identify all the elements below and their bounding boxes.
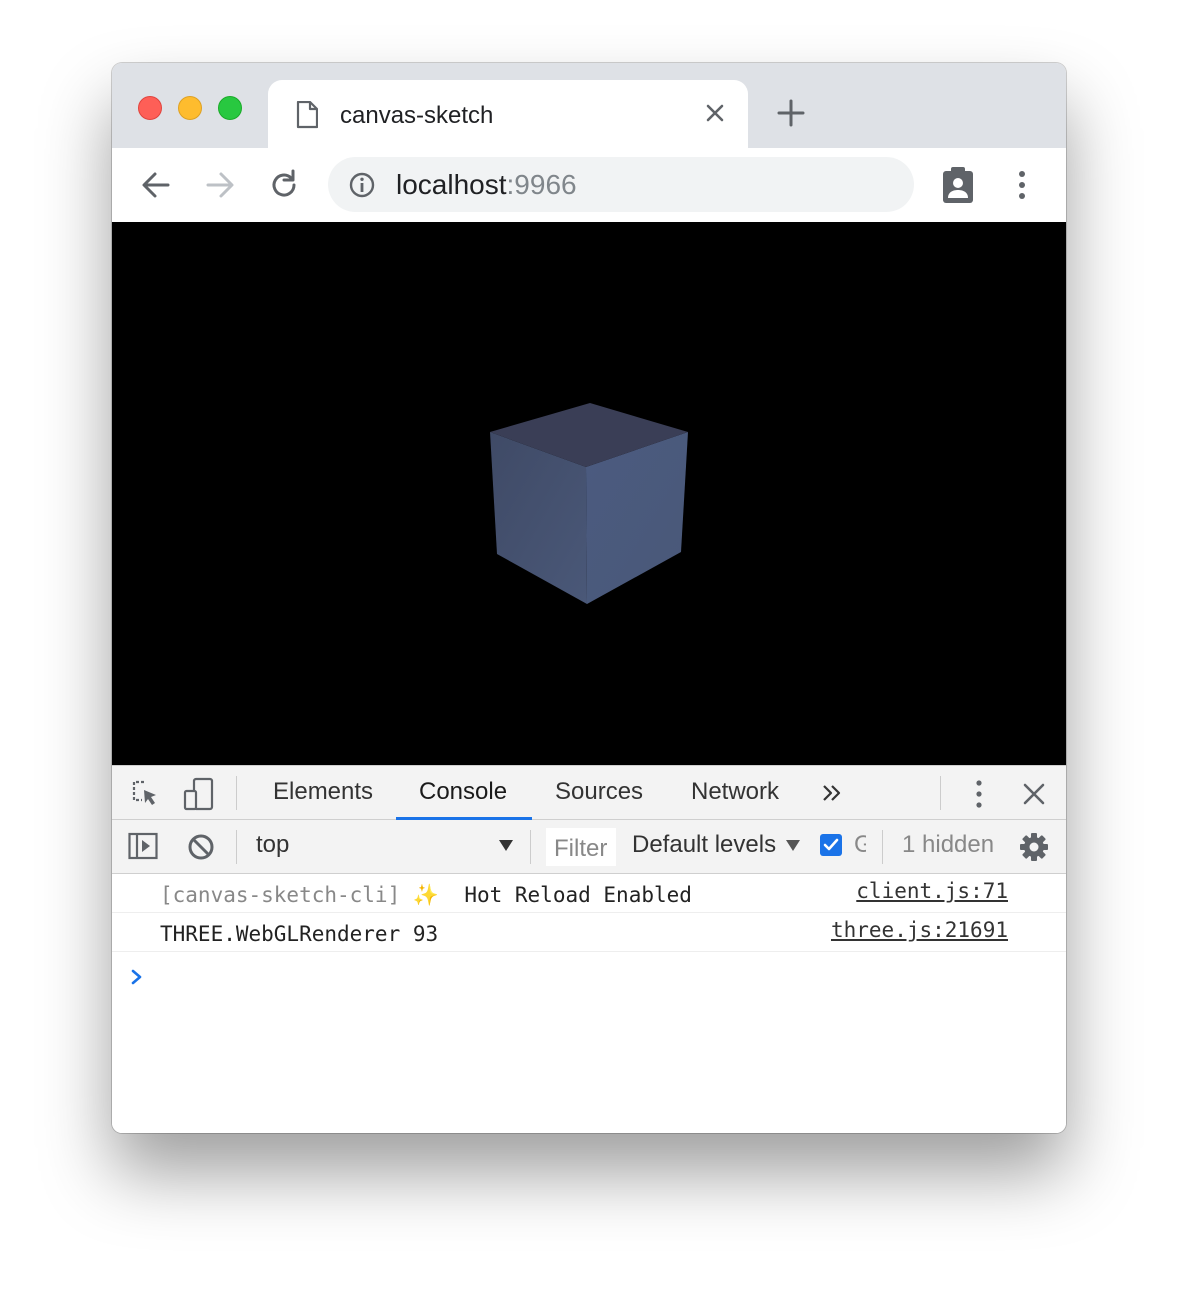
tab-network[interactable]: Network <box>691 778 779 806</box>
prompt-chevron-icon[interactable] <box>130 968 144 986</box>
kebab-menu-icon[interactable] <box>967 778 991 810</box>
check-icon <box>823 838 839 851</box>
browser-toolbar: localhost:9966 <box>112 148 1066 223</box>
message-prefix: [canvas-sketch-cli] <box>160 883 401 907</box>
separator <box>236 776 237 810</box>
console-message: THREE.WebGLRenderer 93 three.js:21691 <box>112 913 1066 952</box>
hidden-count: 1 hidden <box>902 831 995 858</box>
clipboard-account-icon[interactable] <box>938 165 978 205</box>
context-selector[interactable]: top <box>256 831 289 859</box>
address-bar[interactable]: localhost:9966 <box>328 157 914 212</box>
message-text: [canvas-sketch-cli] ✨ Hot Reload Enabled <box>160 883 692 908</box>
console-messages: [canvas-sketch-cli] ✨ Hot Reload Enabled… <box>112 874 1066 952</box>
separator <box>882 830 883 864</box>
close-window-button[interactable] <box>138 96 162 120</box>
document-icon <box>296 101 318 129</box>
chevron-down-icon[interactable] <box>498 837 514 853</box>
log-levels-dropdown[interactable]: Default levels <box>632 831 776 859</box>
separator <box>530 830 531 864</box>
inspect-element-icon[interactable] <box>130 779 160 809</box>
message-text: THREE.WebGLRenderer 93 <box>160 922 438 946</box>
kebab-menu-icon[interactable] <box>1002 165 1042 205</box>
tab-elements[interactable]: Elements <box>273 778 373 806</box>
tab-sources[interactable]: Sources <box>555 778 643 806</box>
back-arrow-icon[interactable] <box>136 165 176 205</box>
tab-title: canvas-sketch <box>340 102 494 129</box>
webgl-canvas <box>490 403 688 604</box>
forward-arrow-icon[interactable] <box>200 165 240 205</box>
browser-window: canvas-sketch localhost:9966 Elements Co… <box>112 63 1066 1133</box>
tab-canvas-sketch[interactable]: canvas-sketch <box>268 80 748 150</box>
separator <box>940 776 941 810</box>
close-icon[interactable] <box>700 98 730 128</box>
filter-placeholder: Filter <box>554 835 608 862</box>
url-host: localhost <box>396 169 507 200</box>
console-message: [canvas-sketch-cli] ✨ Hot Reload Enabled… <box>112 874 1066 913</box>
minimize-window-button[interactable] <box>178 96 202 120</box>
plus-icon[interactable] <box>774 96 808 130</box>
message-body: Hot Reload Enabled <box>464 883 692 907</box>
info-icon[interactable] <box>348 171 376 199</box>
canvas-viewport[interactable] <box>112 222 1066 765</box>
tab-strip: canvas-sketch <box>112 63 1066 150</box>
chevron-down-icon[interactable] <box>786 838 800 852</box>
device-toggle-icon[interactable] <box>182 777 216 811</box>
filter-input[interactable]: Filter <box>546 828 616 866</box>
message-body: THREE.WebGLRenderer 93 <box>160 922 439 946</box>
truncated-label: G <box>854 831 866 858</box>
clear-console-icon[interactable] <box>186 832 216 862</box>
group-similar-checkbox[interactable] <box>820 834 842 856</box>
close-icon[interactable] <box>1020 780 1048 808</box>
chevrons-right-icon[interactable] <box>820 782 844 804</box>
sidebar-toggle-icon[interactable] <box>128 832 158 860</box>
sparkle-emoji: ✨ <box>412 883 440 907</box>
reload-icon[interactable] <box>264 165 304 205</box>
devtools-tab-bar: Elements Console Sources Network <box>112 765 1066 820</box>
zoom-window-button[interactable] <box>218 96 242 120</box>
separator <box>236 830 237 864</box>
message-source-link[interactable]: client.js:71 <box>856 879 1008 903</box>
message-source-link[interactable]: three.js:21691 <box>831 918 1008 942</box>
gear-icon[interactable] <box>1019 832 1049 862</box>
console-toolbar: top Filter Default levels G 1 hidden <box>112 820 1066 874</box>
devtools-panel: Elements Console Sources Network top Fil… <box>112 765 1066 1133</box>
url-text: localhost:9966 <box>396 169 577 201</box>
url-port: :9966 <box>506 169 577 200</box>
tab-console[interactable]: Console <box>419 778 507 806</box>
